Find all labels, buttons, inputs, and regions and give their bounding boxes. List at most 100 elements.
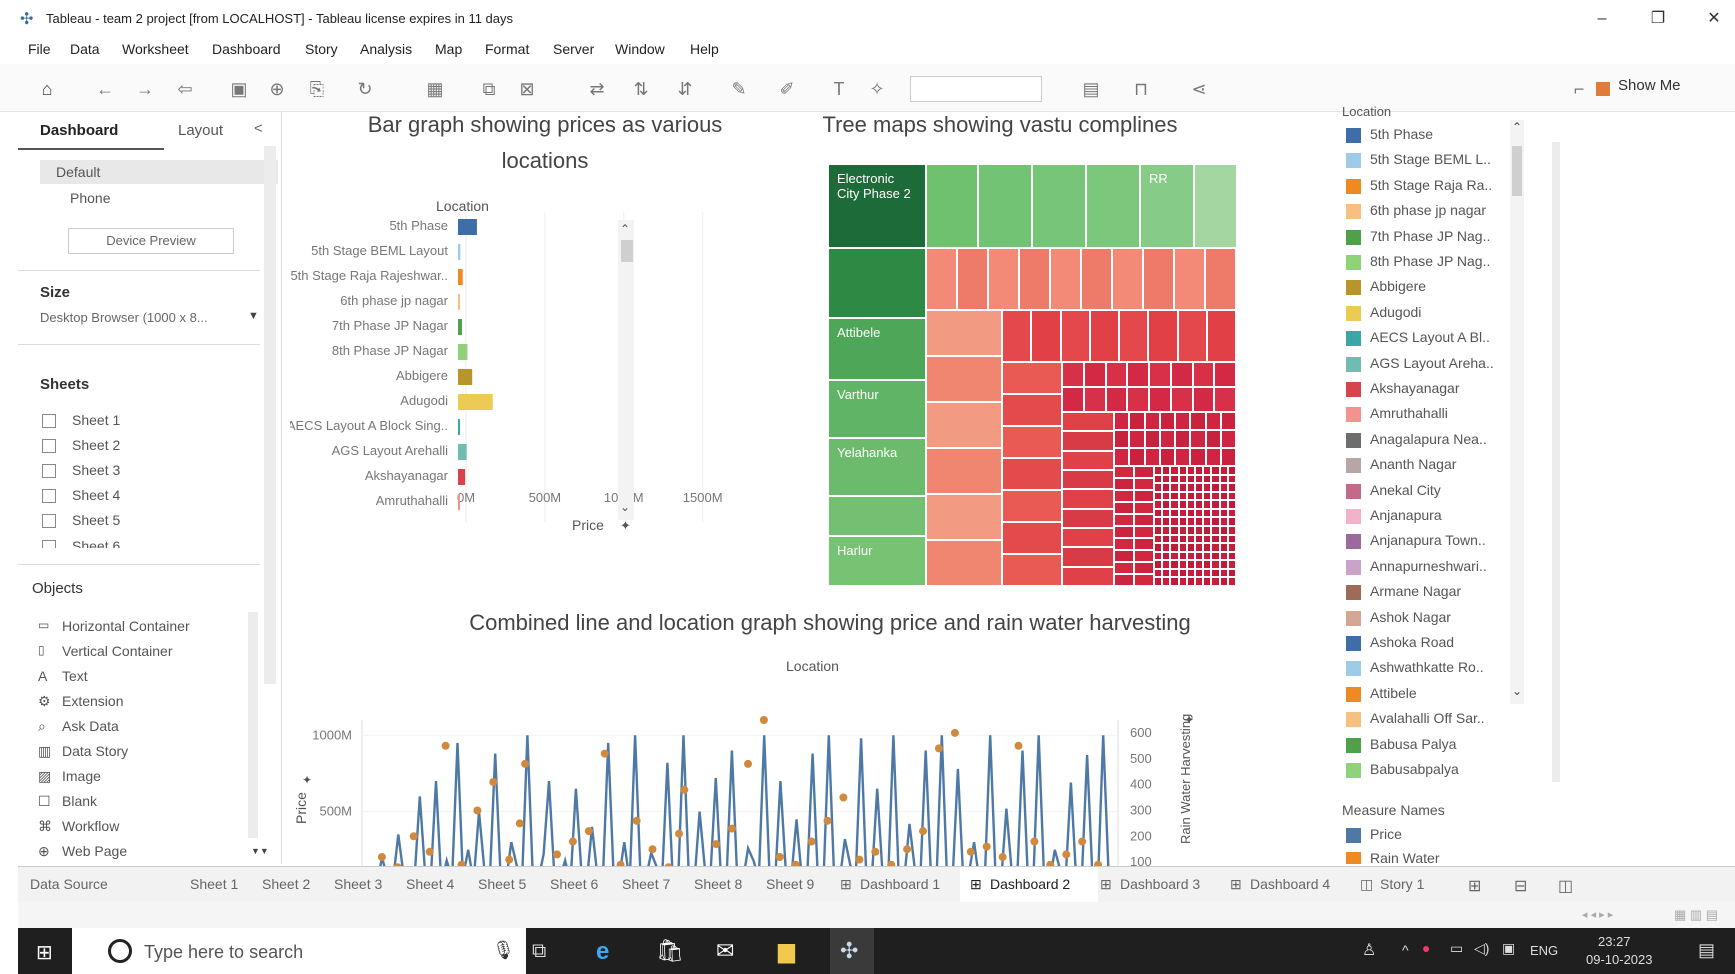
treemap-cell[interactable]	[1134, 562, 1154, 574]
treemap-cell[interactable]	[1203, 483, 1212, 492]
treemap-cell[interactable]	[1162, 577, 1171, 586]
treemap-cell[interactable]	[1062, 450, 1114, 470]
treemap-cell[interactable]	[1219, 560, 1228, 569]
treemap-cell[interactable]	[1178, 568, 1187, 578]
treemap-cell[interactable]	[1211, 508, 1220, 518]
treemap-cell[interactable]	[1227, 466, 1236, 475]
treemap-cell[interactable]: Harlur	[828, 536, 926, 586]
new-dashboard-icon[interactable]: ⊟	[1514, 876, 1527, 896]
treemap-cell[interactable]	[1154, 534, 1163, 544]
treemap-cell[interactable]	[1114, 478, 1134, 490]
treemap-cell[interactable]: Yelahanka	[828, 438, 926, 496]
treemap-cell[interactable]	[1211, 568, 1220, 578]
menu-data[interactable]: Data	[70, 41, 100, 57]
rwh-point[interactable]	[600, 749, 609, 758]
treemap-cell[interactable]	[1144, 412, 1160, 430]
sheet-item[interactable]: Sheet 1	[72, 412, 120, 428]
treemap-cell[interactable]	[1062, 387, 1084, 412]
objects-scrollbar[interactable]	[248, 612, 258, 838]
treemap-cell[interactable]	[988, 248, 1019, 310]
home-icon[interactable]: ⌂	[34, 76, 60, 102]
share-icon[interactable]: ⋖	[1186, 76, 1212, 102]
legend-item[interactable]: Abbigere	[1370, 278, 1426, 294]
treemap-cell[interactable]	[1203, 534, 1212, 544]
bar[interactable]	[458, 319, 462, 335]
mail-icon[interactable]: ✉	[716, 938, 734, 964]
treemap-cell[interactable]	[1203, 551, 1212, 561]
treemap-cell[interactable]	[1195, 560, 1204, 569]
treemap-cell[interactable]	[1186, 500, 1195, 509]
treemap-cell[interactable]	[1186, 560, 1195, 569]
rwh-point[interactable]	[1078, 837, 1087, 846]
object-workflow[interactable]: Workflow	[62, 818, 119, 834]
rwh-point[interactable]	[839, 793, 848, 802]
treemap-cell[interactable]	[1062, 489, 1114, 509]
sheet-item[interactable]: Sheet 4	[72, 487, 120, 503]
treemap-cell[interactable]: Varthur	[828, 380, 926, 438]
treemap-cell[interactable]	[1178, 508, 1187, 518]
pin-icon[interactable]: ✧	[864, 76, 890, 102]
battery-icon[interactable]: ▭	[1450, 940, 1463, 957]
treemap-cell[interactable]	[926, 356, 1002, 402]
treemap-cell[interactable]	[1205, 430, 1221, 448]
back-icon[interactable]: ←	[92, 76, 118, 102]
network-icon[interactable]: ▣	[1502, 940, 1515, 957]
treemap-cell[interactable]	[1002, 522, 1062, 554]
pin-icon[interactable]: ✦	[620, 519, 631, 534]
menu-file[interactable]: File	[28, 41, 51, 57]
rwh-point[interactable]	[489, 778, 498, 786]
people-icon[interactable]: ♙	[1362, 940, 1376, 960]
treemap-cell[interactable]	[1162, 483, 1171, 492]
treemap-cell[interactable]	[1170, 474, 1179, 484]
treemap-cell[interactable]	[1114, 538, 1134, 550]
treemap-cell[interactable]	[1119, 310, 1149, 362]
treemap-cell[interactable]	[1134, 502, 1154, 514]
treemap-cell[interactable]	[1002, 310, 1032, 362]
rwh-point[interactable]	[553, 850, 561, 859]
treemap-cell[interactable]	[1162, 568, 1171, 578]
legend-item[interactable]: AGS Layout Areha..	[1370, 355, 1494, 371]
device-phone[interactable]: Phone	[70, 190, 110, 206]
rwh-point[interactable]	[1062, 850, 1071, 859]
treemap-cell[interactable]	[1178, 560, 1187, 569]
treemap-cell[interactable]	[1195, 500, 1204, 509]
treemap-cell[interactable]	[1154, 577, 1163, 586]
treemap-cell[interactable]	[1148, 310, 1178, 362]
treemap-cell[interactable]	[1192, 387, 1215, 412]
legend-item[interactable]: Ashwathkatte Ro..	[1370, 659, 1484, 675]
rwh-point[interactable]	[377, 853, 386, 861]
treemap-cell[interactable]	[1211, 551, 1220, 561]
treemap-cell[interactable]	[1219, 517, 1228, 526]
treemap-cell[interactable]	[1195, 517, 1204, 526]
treemap-cell[interactable]	[1190, 412, 1206, 430]
treemap-cell[interactable]	[1134, 550, 1154, 562]
object-vertical-container[interactable]: Vertical Container	[62, 643, 173, 659]
windows-start-icon[interactable]: ⊞	[36, 940, 53, 965]
menu-map[interactable]: Map	[435, 41, 462, 57]
object-ask-data[interactable]: Ask Data	[62, 718, 119, 734]
bar-chart-scrollbar[interactable]	[618, 220, 634, 520]
treemap-cell[interactable]	[1170, 387, 1193, 412]
treemap-cell[interactable]	[1170, 568, 1179, 578]
treemap-cell[interactable]	[1134, 514, 1154, 526]
legend-item[interactable]: Amruthahalli	[1370, 405, 1448, 421]
treemap-cell[interactable]	[1114, 574, 1134, 586]
treemap-cell[interactable]	[1227, 474, 1236, 484]
treemap-cell[interactable]	[926, 402, 1002, 448]
treemap-cell[interactable]	[1203, 491, 1212, 501]
treemap-cell[interactable]	[1211, 526, 1220, 535]
treemap-cell[interactable]	[1195, 466, 1204, 475]
treemap-cell[interactable]	[1227, 483, 1236, 492]
treemap-cell[interactable]	[1170, 551, 1179, 561]
microphone-icon[interactable]: 🎙	[492, 940, 515, 961]
treemap-cell[interactable]	[1205, 412, 1221, 430]
treemap-cell[interactable]	[1203, 526, 1212, 535]
scroll-thumb[interactable]	[621, 240, 633, 262]
rwh-point[interactable]	[521, 759, 530, 768]
treemap-cell[interactable]	[1162, 466, 1171, 475]
treemap-cell[interactable]	[926, 310, 1002, 356]
treemap-cell[interactable]	[1062, 431, 1114, 451]
new-worksheet-icon[interactable]: ⊞	[1468, 876, 1481, 896]
treemap-cell[interactable]	[1127, 362, 1149, 387]
treemap-cell[interactable]	[1112, 248, 1143, 310]
